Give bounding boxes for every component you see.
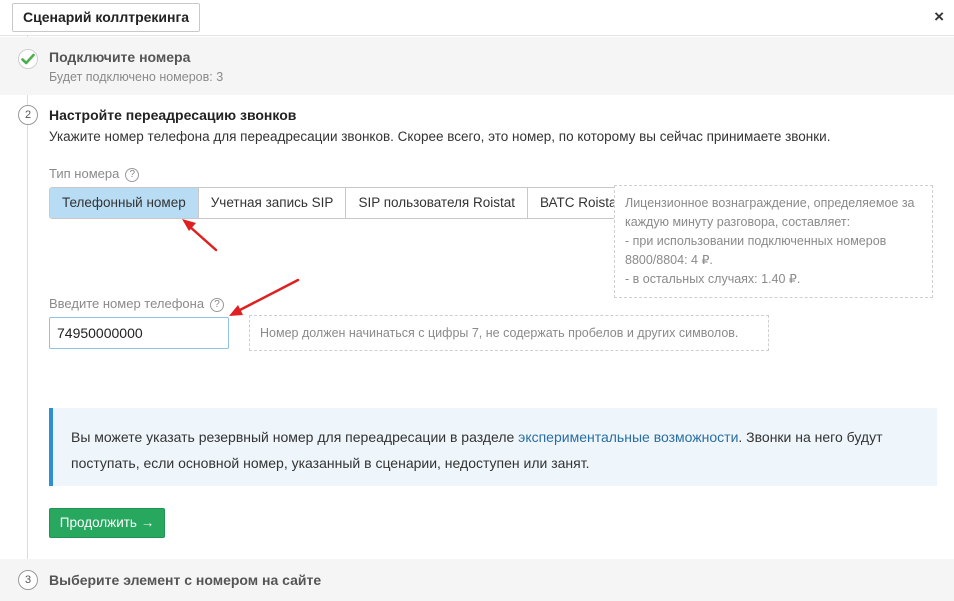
fee-hint-line: - при использовании подключенных номеров — [625, 234, 887, 248]
info-text-before: Вы можете указать резервный номер для пе… — [71, 429, 519, 445]
help-icon[interactable]: ? — [210, 298, 225, 312]
fee-hint-line: 8800/8804: 4 ₽. — [625, 253, 713, 267]
red-arrow-icon — [182, 219, 218, 252]
step-2-title: Настройте переадресацию звонков — [49, 107, 297, 123]
close-icon[interactable]: × — [934, 8, 944, 26]
step-2-number: 2 — [18, 105, 38, 125]
fee-hint-line: каждую минуту разговора, составляет: — [625, 215, 851, 229]
tab-phone-number[interactable]: Телефонный номер — [50, 188, 199, 218]
step-3-number: 3 — [18, 570, 38, 590]
help-icon[interactable]: ? — [125, 168, 140, 182]
phone-format-hint: Номер должен начинаться с цифры 7, не со… — [249, 315, 769, 351]
modal-header: Сценарий коллтрекинга × — [0, 0, 954, 36]
reserve-number-info: Вы можете указать резервный номер для пе… — [49, 408, 937, 486]
fee-hint-line: Лицензионное вознаграждение, определяемо… — [625, 196, 915, 210]
step-1-title: Подключите номера — [49, 49, 191, 65]
phone-label-text: Введите номер телефона — [49, 296, 205, 311]
step-1-subtitle: Будет подключено номеров: 3 — [49, 70, 224, 84]
step-2-description: Укажите номер телефона для переадресации… — [49, 129, 831, 144]
continue-button[interactable]: Продолжить → — [49, 508, 165, 538]
phone-input[interactable] — [49, 317, 229, 349]
number-type-label-text: Тип номера — [49, 166, 120, 181]
scenario-title: Сценарий коллтрекинга — [12, 3, 201, 32]
fee-hint-line: - в остальных случаях: 1.40 ₽. — [625, 272, 801, 286]
number-type-tabs: Телефонный номер Учетная запись SIP SIP … — [49, 187, 634, 219]
phone-label: Введите номер телефона? — [49, 296, 225, 312]
tab-roistat-sip-user[interactable]: SIP пользователя Roistat — [346, 188, 528, 218]
experimental-features-link[interactable]: экспериментальные возможности — [518, 429, 738, 445]
red-arrow-icon — [229, 278, 300, 316]
tab-sip-account[interactable]: Учетная запись SIP — [198, 188, 347, 218]
fee-hint: Лицензионное вознаграждение, определяемо… — [614, 185, 933, 298]
step-1-section[interactable]: Подключите номера Будет подключено номер… — [0, 37, 954, 95]
check-icon — [18, 49, 38, 69]
number-type-label: Тип номера? — [49, 166, 140, 182]
step-3-section[interactable]: 3 Выберите элемент с номером на сайте — [0, 559, 954, 601]
step-3-title: Выберите элемент с номером на сайте — [49, 572, 322, 588]
